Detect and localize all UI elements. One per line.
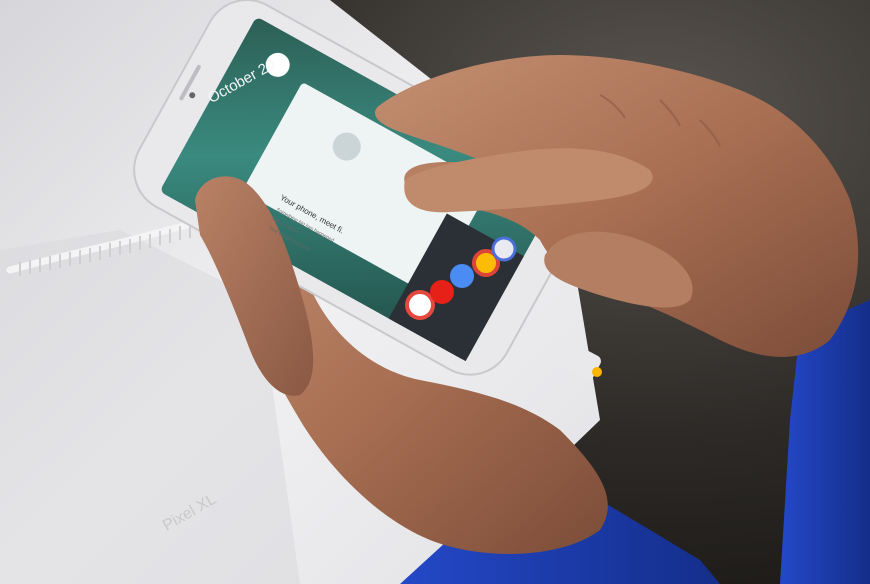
product-photo: October 20 Your phone, meet fi. Somethin… (0, 0, 870, 584)
maps-icon (450, 264, 474, 288)
photos-icon (405, 290, 435, 320)
photo-canvas (0, 0, 870, 584)
cable-led (592, 367, 602, 377)
youtube-icon (430, 280, 454, 304)
camera-icon (491, 236, 517, 262)
